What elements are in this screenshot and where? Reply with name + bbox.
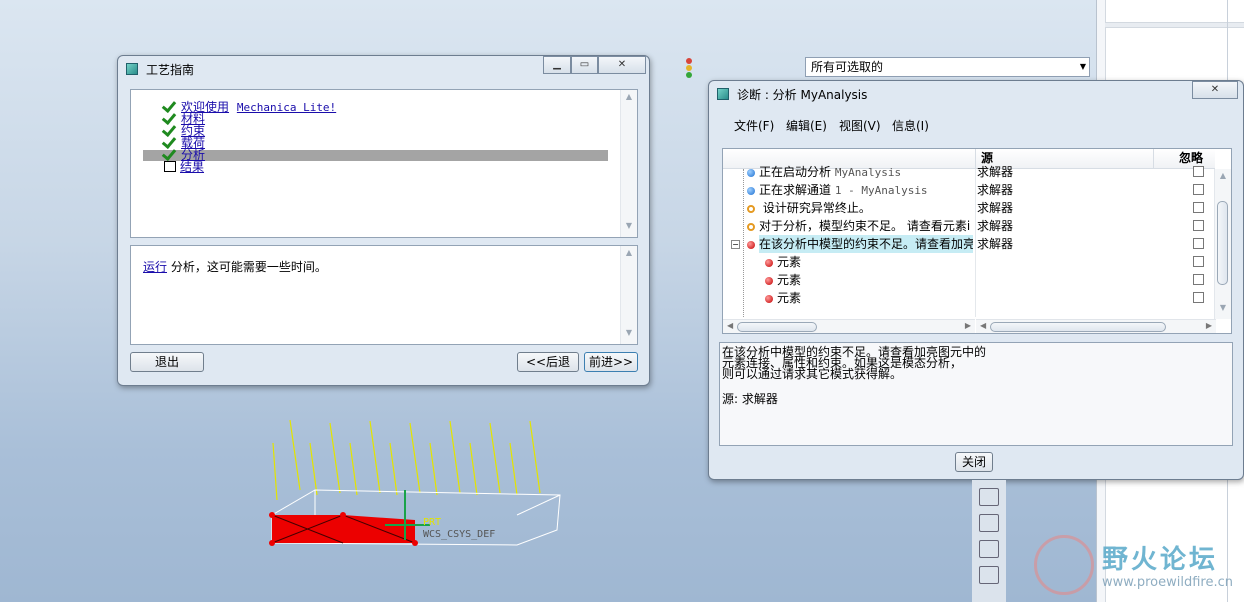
scroll-down-icon[interactable]: ▼ [621, 328, 637, 342]
close-button[interactable]: ✕ [598, 56, 646, 74]
ignore-checkbox[interactable] [1193, 238, 1204, 249]
watermark-url: www.proewildfire.cn [1102, 575, 1233, 590]
table-row[interactable]: 设计研究异常终止。 求解器 [747, 199, 1217, 217]
table-row[interactable]: 正在启动分析 MyAnalysis 求解器 [747, 163, 1217, 181]
scroll-down-icon[interactable]: ▼ [1215, 303, 1231, 317]
ignore-checkbox[interactable] [1193, 202, 1204, 213]
menu-bar: 文件(F) 编辑(E) 视图(V) 信息(I) [719, 117, 1233, 139]
table-row[interactable]: 正在求解通道 1 - MyAnalysis 求解器 [747, 181, 1217, 199]
load-arrows [272, 419, 541, 501]
step-tree: 欢迎使用 Mechanica Lite! 材料 约束 载荷 分析 结果 ▲ ▼ [130, 89, 638, 238]
tool-icon[interactable] [979, 488, 999, 506]
window-title: 工艺指南 [146, 63, 195, 77]
tool-icon[interactable] [979, 514, 999, 532]
window-icon [126, 63, 138, 75]
step-results[interactable]: 结果 [163, 161, 204, 173]
scroll-thumb[interactable] [737, 322, 817, 332]
scroll-down-icon[interactable]: ▼ [621, 221, 637, 235]
title-bar[interactable]: 诊断 : 分析 MyAnalysis ✕ [709, 81, 1243, 107]
error-icon [765, 276, 773, 285]
maximize-button[interactable]: ▭ [571, 56, 598, 74]
selection-highlight [143, 150, 608, 161]
selection-filter-select[interactable]: 所有可选取的 ▼ [805, 57, 1090, 77]
close-button[interactable]: ✕ [1192, 81, 1238, 99]
ignore-checkbox[interactable] [1193, 166, 1204, 177]
warning-icon [747, 204, 755, 213]
error-icon [765, 258, 773, 267]
error-icon [765, 294, 773, 303]
ignore-checkbox[interactable] [1193, 256, 1204, 267]
constrained-surface [272, 515, 415, 543]
process-guide-window: 工艺指南 ▁ ▭ ✕ 欢迎使用 Mechanica Lite! 材料 约束 载荷… [117, 55, 650, 386]
horizontal-scrollbar-right[interactable]: ◀ ▶ [976, 319, 1216, 333]
tool-icon[interactable] [979, 540, 999, 558]
vertical-scrollbar[interactable]: ▲ ▼ [1214, 169, 1231, 319]
info-icon [747, 186, 755, 195]
tool-icon[interactable] [979, 566, 999, 584]
watermark-text: 野火论坛 [1102, 545, 1219, 575]
title-bar[interactable]: 工艺指南 ▁ ▭ ✕ [118, 56, 649, 82]
exit-button[interactable]: 退出 [130, 352, 204, 372]
close-dialog-button[interactable]: 关闭 [955, 452, 993, 472]
message-table: 源 忽略 正在启动分析 MyAnalysis 求解器 正在求解通道 1 - My… [722, 148, 1232, 334]
horizontal-scrollbar-left[interactable]: ◀ ▶ [723, 319, 975, 333]
scroll-thumb[interactable] [990, 322, 1166, 332]
run-link[interactable]: 运行 [143, 260, 167, 274]
vertical-scrollbar[interactable]: ▲ ▼ [620, 90, 637, 237]
warning-icon [747, 222, 755, 231]
watermark-logo-icon [1034, 535, 1094, 595]
table-row[interactable]: 元素 [765, 253, 1217, 271]
ignore-checkbox[interactable] [1193, 274, 1204, 285]
window-icon [717, 88, 729, 100]
scroll-up-icon[interactable]: ▲ [1215, 171, 1231, 185]
menu-edit[interactable]: 编辑(E) [786, 117, 827, 134]
detail-line: 则可以通过请求其它模式获得解。 [722, 367, 903, 381]
ignore-checkbox[interactable] [1193, 184, 1204, 195]
check-icon [163, 149, 177, 160]
detail-pane: 在该分析中模型的约束不足。请查看加亮图元中的 元素连接、属性和约束。如果这是模态… [719, 342, 1233, 446]
model-viewport[interactable]: WCS_CSYS_DEF PRT [255, 415, 575, 565]
message-text: 分析，这可能需要一些时间。 [170, 260, 327, 274]
message-panel: 运行 分析，这可能需要一些时间。 ▲ ▼ [130, 245, 638, 345]
info-icon [747, 168, 755, 177]
menu-view[interactable]: 视图(V) [839, 117, 881, 134]
error-icon [747, 240, 755, 249]
detail-source: 源: 求解器 [722, 392, 778, 406]
back-button[interactable]: <<后退 [517, 352, 579, 372]
vertical-scrollbar[interactable]: ▲ ▼ [620, 246, 637, 344]
scroll-thumb[interactable] [1217, 201, 1228, 285]
csys-label: WCS_CSYS_DEF [423, 529, 495, 540]
menu-file[interactable]: 文件(F) [734, 117, 774, 134]
next-button[interactable]: 前进>> [584, 352, 638, 372]
prt-label: PRT [423, 517, 441, 528]
scroll-up-icon[interactable]: ▲ [621, 92, 637, 106]
scroll-up-icon[interactable]: ▲ [621, 248, 637, 262]
tool-icon-strip [972, 480, 1006, 602]
ignore-checkbox[interactable] [1193, 220, 1204, 231]
unchecked-box-icon [164, 161, 176, 172]
table-row[interactable]: 元素 [765, 289, 1217, 307]
diagnostics-window: 诊断 : 分析 MyAnalysis ✕ 文件(F) 编辑(E) 视图(V) 信… [708, 80, 1244, 480]
minimize-button[interactable]: ▁ [543, 56, 571, 74]
table-row[interactable]: 元素 [765, 271, 1217, 289]
window-title: 诊断 : 分析 MyAnalysis [737, 88, 868, 102]
collapse-icon[interactable]: − [731, 240, 740, 249]
watermark: 野火论坛 www.proewildfire.cn [1034, 535, 1244, 600]
chevron-down-icon: ▼ [1079, 62, 1086, 71]
regen-status-icon[interactable] [683, 57, 695, 79]
ignore-checkbox[interactable] [1193, 292, 1204, 303]
menu-info[interactable]: 信息(I) [892, 117, 929, 134]
table-row[interactable]: 对于分析，模型约束不足。 请查看元素i 求解器 [747, 217, 1217, 235]
table-row-selected[interactable]: 在该分析中模型的约束不足。请查看加亮 求解器 [747, 235, 1217, 253]
